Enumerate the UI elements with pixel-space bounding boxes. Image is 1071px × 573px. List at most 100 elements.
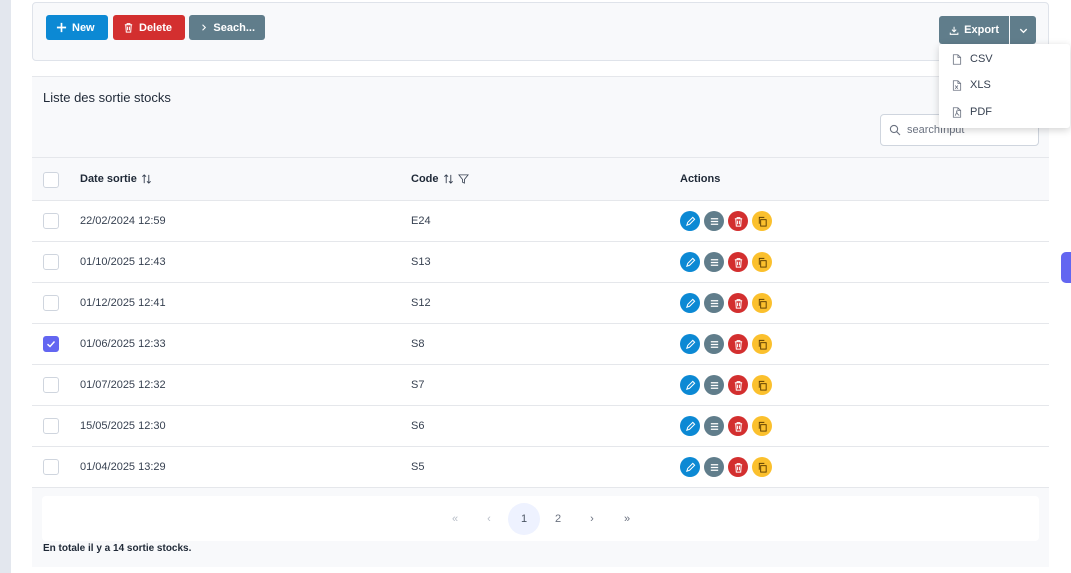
page-button-2[interactable]: 2	[542, 503, 574, 535]
pencil-icon	[685, 298, 695, 308]
edit-button[interactable]	[680, 293, 700, 313]
row-actions	[680, 375, 772, 395]
row-actions	[680, 211, 772, 231]
delete-row-button[interactable]	[728, 375, 748, 395]
pencil-icon	[685, 257, 695, 267]
trash-icon	[734, 380, 742, 391]
new-button[interactable]: New	[46, 15, 108, 40]
list-icon	[710, 340, 718, 348]
last-page-button[interactable]: »	[611, 503, 643, 535]
copy-icon	[758, 339, 767, 350]
chevron-right-icon	[202, 24, 207, 31]
first-page-button[interactable]: «	[439, 503, 471, 535]
cell-date-sortie: 01/04/2025 13:29	[80, 461, 166, 473]
duplicate-button[interactable]	[752, 416, 772, 436]
trash-icon	[734, 339, 742, 350]
prev-page-button[interactable]: ‹	[473, 503, 505, 535]
edit-button[interactable]	[680, 334, 700, 354]
duplicate-button[interactable]	[752, 375, 772, 395]
copy-icon	[758, 380, 767, 391]
details-button[interactable]	[704, 457, 724, 477]
duplicate-button[interactable]	[752, 252, 772, 272]
details-button[interactable]	[704, 211, 724, 231]
duplicate-button[interactable]	[752, 457, 772, 477]
table-row[interactable]: 22/02/2024 12:59 E24	[32, 201, 1049, 242]
file-excel-icon	[952, 79, 962, 91]
export-dropdown-toggle[interactable]	[1010, 16, 1036, 44]
cell-date-sortie: 22/02/2024 12:59	[80, 215, 166, 227]
delete-button[interactable]: Delete	[113, 15, 185, 40]
details-button[interactable]	[704, 293, 724, 313]
pencil-icon	[685, 462, 695, 472]
delete-row-button[interactable]	[728, 334, 748, 354]
select-all-checkbox[interactable]	[43, 172, 59, 188]
row-actions	[680, 252, 772, 272]
table-row[interactable]: 01/06/2025 12:33 S8	[32, 324, 1049, 365]
delete-row-button[interactable]	[728, 416, 748, 436]
chevron-down-icon	[1019, 28, 1027, 33]
details-button[interactable]	[704, 334, 724, 354]
trash-icon	[734, 216, 742, 227]
column-date-sortie[interactable]: Date sortie	[80, 173, 152, 185]
export-menu-label: XLS	[970, 79, 991, 91]
row-actions	[680, 416, 772, 436]
trash-icon	[124, 23, 133, 33]
row-checkbox[interactable]	[43, 418, 59, 434]
settings-side-tab[interactable]	[1061, 252, 1071, 283]
details-button[interactable]	[704, 375, 724, 395]
table-row[interactable]: 01/12/2025 12:41 S12	[32, 283, 1049, 324]
row-checkbox[interactable]	[43, 336, 59, 352]
search-button-label: Seach...	[213, 21, 255, 34]
edit-button[interactable]	[680, 457, 700, 477]
edit-button[interactable]	[680, 375, 700, 395]
edit-button[interactable]	[680, 416, 700, 436]
trash-icon	[734, 257, 742, 268]
edit-button[interactable]	[680, 211, 700, 231]
delete-row-button[interactable]	[728, 293, 748, 313]
export-menu-item-xls[interactable]: XLS	[939, 72, 1070, 98]
paginator: « ‹ 1 2 › »	[42, 496, 1039, 541]
column-code[interactable]: Code	[411, 173, 469, 185]
delete-row-button[interactable]	[728, 252, 748, 272]
row-checkbox[interactable]	[43, 213, 59, 229]
next-page-button[interactable]: ›	[576, 503, 608, 535]
table-row[interactable]: 15/05/2025 12:30 S6	[32, 406, 1049, 447]
pencil-icon	[685, 421, 695, 431]
cell-code: S8	[411, 338, 425, 350]
details-button[interactable]	[704, 252, 724, 272]
export-menu-item-csv[interactable]: CSV	[939, 46, 1070, 72]
filter-icon[interactable]	[457, 173, 469, 185]
duplicate-button[interactable]	[752, 211, 772, 231]
details-button[interactable]	[704, 416, 724, 436]
table-row[interactable]: 01/07/2025 12:32 S7	[32, 365, 1049, 406]
row-checkbox[interactable]	[43, 295, 59, 311]
file-pdf-icon	[952, 106, 962, 118]
export-button-label: Export	[964, 24, 999, 36]
cell-code: S5	[411, 461, 425, 473]
row-checkbox[interactable]	[43, 254, 59, 270]
table-row[interactable]: 01/10/2025 12:43 S13	[32, 242, 1049, 283]
row-actions	[680, 457, 772, 477]
page-title: Liste des sortie stocks	[43, 90, 171, 105]
table-row[interactable]: 01/04/2025 13:29 S5	[32, 447, 1049, 488]
copy-icon	[758, 257, 767, 268]
search-icon	[889, 124, 901, 136]
duplicate-button[interactable]	[752, 293, 772, 313]
sort-icon[interactable]	[141, 173, 152, 185]
edit-button[interactable]	[680, 252, 700, 272]
row-checkbox[interactable]	[43, 459, 59, 475]
delete-row-button[interactable]	[728, 211, 748, 231]
search-button[interactable]: Seach...	[189, 15, 265, 40]
new-button-label: New	[72, 21, 95, 34]
delete-row-button[interactable]	[728, 457, 748, 477]
row-checkbox[interactable]	[43, 377, 59, 393]
export-button[interactable]: Export	[939, 16, 1009, 44]
duplicate-button[interactable]	[752, 334, 772, 354]
sort-icon[interactable]	[443, 173, 454, 185]
cell-code: S6	[411, 420, 425, 432]
page-button-1[interactable]: 1	[508, 503, 540, 535]
export-menu-item-pdf[interactable]: PDF	[939, 99, 1070, 125]
total-count-text: En totale il y a 14 sortie stocks.	[43, 543, 192, 554]
list-icon	[710, 463, 718, 471]
list-icon	[710, 381, 718, 389]
